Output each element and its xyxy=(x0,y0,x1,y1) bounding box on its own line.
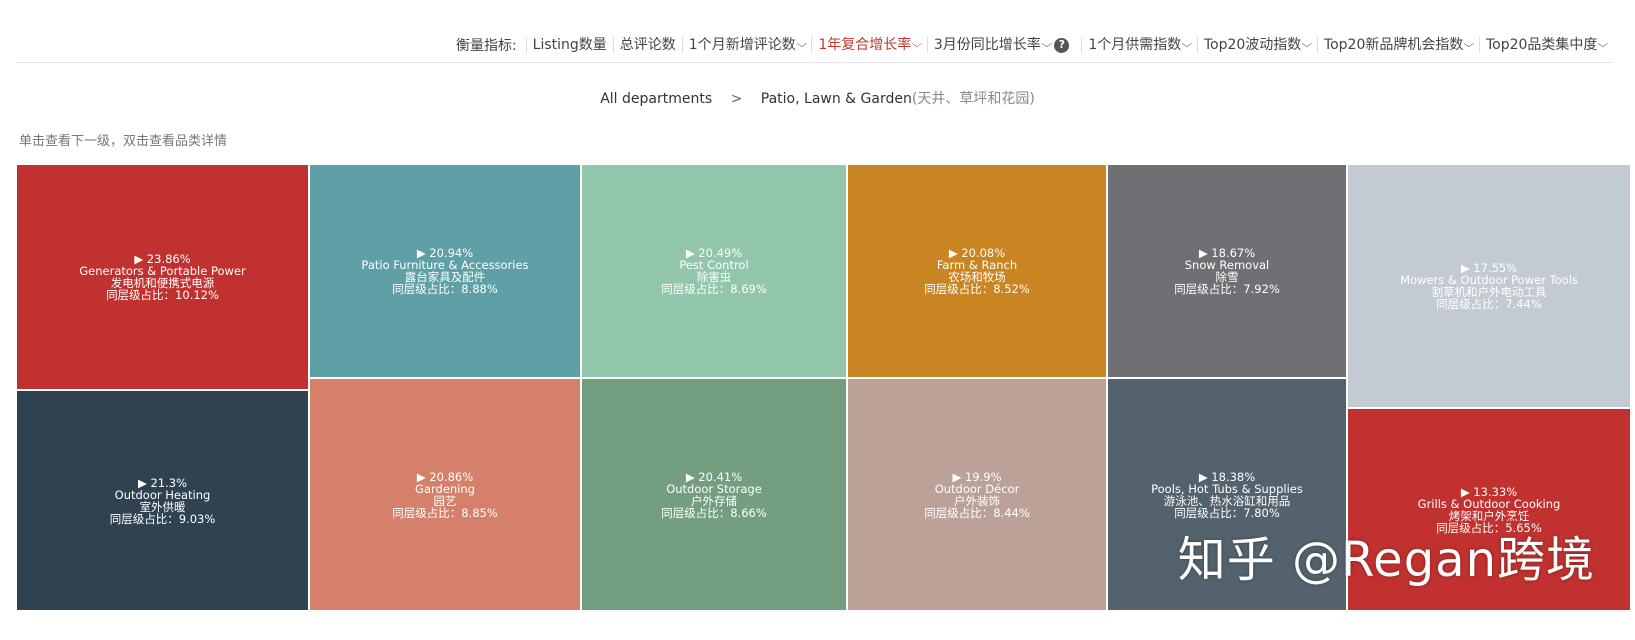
tile-name: Pools, Hot Tubs & Supplies xyxy=(1151,481,1303,496)
tile-name-cn: 户外装饰 xyxy=(954,493,1000,508)
treemap-tile[interactable]: ▶ 20.49% Pest Control 除害虫 同层级占比：8.69% xyxy=(581,164,847,378)
metric-item-label: Top20品类集中度 xyxy=(1485,37,1598,53)
treemap-tile[interactable]: ▶ 17.55% Mowers & Outdoor Power Tools 割草机和… xyxy=(1347,164,1631,408)
metric-item[interactable]: 1个月供需指数 ⌵ xyxy=(1081,37,1197,53)
treemap-chart: ▶ 23.86% Generators & Portable Power 发电机和便… xyxy=(16,164,1631,611)
chevron-down-icon: ⌵ xyxy=(1463,39,1475,50)
tile-share: 同层级占比：8.88% xyxy=(392,282,498,296)
treemap-tile[interactable]: ▶ 23.86% Generators & Portable Power 发电机和便… xyxy=(16,164,309,390)
chevron-down-icon: ⌵ xyxy=(911,39,923,50)
treemap-tile[interactable]: ▶ 13.33% Grills & Outdoor Cooking 烤架和户外烹饪同… xyxy=(1347,408,1631,611)
tile-name-cn: 室外供暖 xyxy=(139,499,186,514)
chevron-down-icon: ⌵ xyxy=(1301,39,1313,50)
tile-name: Grills & Outdoor Cooking xyxy=(1417,496,1561,511)
chevron-down-icon: ⌵ xyxy=(796,39,807,50)
metric-toolbar: 衡量指标: Listing数量 总评论数 1个月新增评论数 ⌵ 1年复合增长率 ⌵ 3月份同… xyxy=(16,28,1613,63)
treemap-tile[interactable]: ▶ 18.67% Snow Removal 除雪 同层级占比：7.92% xyxy=(1107,164,1347,378)
metric-item[interactable]: 1年复合增长率 ⌵ xyxy=(811,37,927,53)
metric-item[interactable]: Top20波动指数 ⌵ xyxy=(1196,37,1317,53)
treemap-tile[interactable]: ▶ 21.3% Outdoor Heating 室外供暖 同层级占比：9.03% xyxy=(16,390,309,611)
metric-item-label: Listing数量 xyxy=(532,37,607,53)
tile-share: 同层级占比：8.69% xyxy=(661,282,767,296)
tile-share: 同层级占比：5.65% xyxy=(1436,520,1542,535)
chevron-down-icon: ⌵ xyxy=(1041,39,1052,50)
breadcrumb: All departments > Patio, Lawn & Garden(天… xyxy=(0,88,1635,108)
treemap-tile[interactable]: ▶ 20.41% Outdoor Storage 户外存储 同层级占比：8.66% xyxy=(581,378,847,611)
chevron-down-icon: ⌵ xyxy=(1181,39,1193,50)
tile-name-cn: 户外存储 xyxy=(691,493,737,508)
tile-share: 同层级占比：8.52% xyxy=(924,282,1030,296)
metric-item-label: 1个月供需指数 xyxy=(1088,37,1182,53)
breadcrumb-separator: > xyxy=(730,91,743,107)
tile-share: 同层级占比：10.12% xyxy=(106,288,219,302)
tile-name: Outdoor Heating xyxy=(114,487,211,502)
treemap-tile[interactable]: ▶ 18.38% Pools, Hot Tubs & Supplies 游泳池、热水… xyxy=(1107,378,1347,611)
metric-item[interactable]: Top20品类集中度 ⌵ xyxy=(1478,37,1613,53)
metric-item-label: Top20新品牌机会指数 xyxy=(1323,37,1464,53)
metric-item-label: 总评论数 xyxy=(619,37,676,53)
metric-toolbar-label: 衡量指标: xyxy=(455,38,517,54)
metric-item[interactable]: Top20新品牌机会指数 ⌵ xyxy=(1316,37,1479,53)
treemap-tile[interactable]: ▶ 19.9% Outdoor Décor 户外装饰 同层级占比：8.44% xyxy=(847,378,1107,611)
tile-growth: ▶ 20.86% xyxy=(416,469,474,484)
tile-growth: ▶ 20.41% xyxy=(685,469,743,484)
treemap-tile[interactable]: ▶ 20.86% Gardening 园艺 同层级占比：8.85% xyxy=(309,378,581,611)
tile-share: 同层级占比：7.44% xyxy=(1436,297,1542,311)
tile-name: Gardening xyxy=(415,481,475,496)
metric-item-label: Top20波动指数 xyxy=(1203,37,1302,53)
treemap-tile[interactable]: ▶ 20.08% Farm & Ranch 农场和牧场 同层级占比：8.52% xyxy=(847,164,1107,378)
metric-item-label: 3月份同比增长率 xyxy=(933,37,1041,53)
tile-share: 同层级占比：8.44% xyxy=(924,505,1030,520)
metric-item[interactable]: 总评论数 xyxy=(612,37,682,53)
tile-name: Outdoor Storage xyxy=(666,481,762,496)
tile-growth: ▶ 19.9% xyxy=(952,469,1002,484)
tile-name-cn: 烤架和户外烹饪 xyxy=(1448,508,1530,523)
tile-growth: ▶ 18.38% xyxy=(1198,469,1256,484)
metric-item-label: 1个月新增评论数 xyxy=(688,37,796,53)
breadcrumb-current[interactable]: Patio, Lawn & Garden xyxy=(761,91,912,107)
metric-item[interactable]: 1个月新增评论数 ⌵ xyxy=(681,37,812,53)
breadcrumb-current-sub: (天井、草坪和花园) xyxy=(911,91,1035,107)
metric-item-label: 1年复合增长率 xyxy=(818,37,912,53)
treemap-tile[interactable]: ▶ 20.94% Patio Furniture & Accessories 露台家… xyxy=(309,164,581,378)
tile-share: 同层级占比：8.85% xyxy=(392,505,498,520)
question-icon[interactable]: ? xyxy=(1054,37,1070,53)
tile-share: 同层级占比：7.92% xyxy=(1174,282,1280,296)
metric-item[interactable]: Listing数量 xyxy=(525,37,613,53)
tile-name-cn: 园艺 xyxy=(433,493,457,508)
tile-growth: ▶ 13.33% xyxy=(1460,484,1518,499)
tile-share: 同层级占比：9.03% xyxy=(109,511,216,526)
metric-list: Listing数量 总评论数 1个月新增评论数 ⌵ 1年复合增长率 ⌵ 3月份同比增长率 ⌵?… xyxy=(525,37,1613,53)
chevron-down-icon: ⌵ xyxy=(1597,39,1609,50)
breadcrumb-root[interactable]: All departments xyxy=(600,91,712,107)
treemap-hint: 单击查看下一级，双击查看品类详情 xyxy=(19,134,228,149)
metric-item[interactable]: 3月份同比增长率 ⌵? xyxy=(926,37,1082,53)
tile-share: 同层级占比：7.80% xyxy=(1174,505,1280,520)
tile-name-cn: 游泳池、热水浴缸和用品 xyxy=(1163,493,1291,508)
tile-share: 同层级占比：8.66% xyxy=(661,505,767,520)
tile-growth: ▶ 21.3% xyxy=(137,475,188,490)
tile-name: Outdoor Décor xyxy=(934,481,1020,496)
